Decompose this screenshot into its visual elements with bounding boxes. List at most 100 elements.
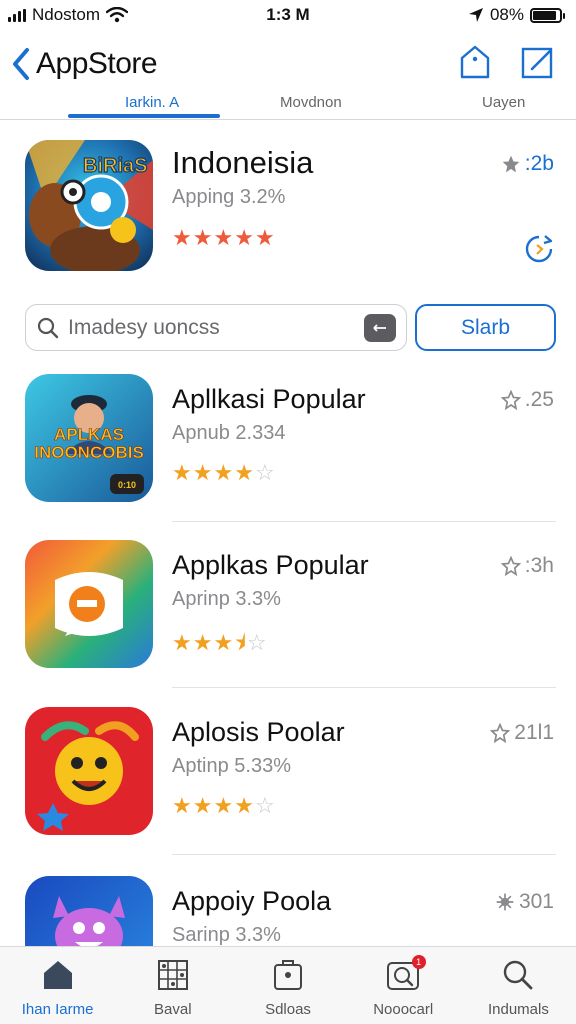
rating-star-icon: ⯨ bbox=[234, 631, 247, 656]
app-icon-2 bbox=[25, 540, 153, 668]
tabbar-label: Nooocarl bbox=[373, 1001, 434, 1018]
carrier-name: Ndostom bbox=[32, 5, 101, 24]
flower-icon bbox=[496, 893, 514, 911]
list-item[interactable]: Aplosis Poolar Aptinp 5.33% ★★★★☆ 21l1 bbox=[0, 689, 576, 855]
location-arrow-icon bbox=[468, 8, 483, 22]
row-divider bbox=[172, 687, 556, 688]
rating-star-icon: ★ bbox=[234, 460, 255, 485]
app-icon-1: 0:10 APLKAS INOONCOBIS bbox=[25, 374, 153, 502]
rating-star-icon: ★ bbox=[192, 225, 214, 250]
tab-indicator bbox=[68, 114, 220, 118]
tabbar-item-nooocarl[interactable]: 1 Nooocarl bbox=[346, 947, 461, 1024]
rating-star-icon: ★ bbox=[172, 460, 193, 485]
featured-rating-stars: ★★★★★ bbox=[172, 225, 276, 251]
battery-icon bbox=[530, 7, 565, 23]
status-bar: Ndostom 1:3 M 08% bbox=[0, 0, 576, 30]
list-item[interactable]: Applkas Popular Aprinp 3.3% ★★★⯨☆ :3h bbox=[0, 522, 576, 688]
bottom-tab-bar: Ihan Iarme Baval Sdloas 1 Nooocarl Indum… bbox=[0, 946, 576, 1024]
list-item[interactable]: Appoiy Poola Sarinp 3.3% 301 bbox=[0, 858, 576, 946]
rating-star-icon: ★ bbox=[254, 225, 276, 250]
featured-app[interactable]: BiRiaS Indoneisia Apping 3.2% ★★★★★ :2b bbox=[0, 130, 576, 285]
app-name: Appoiy Poola bbox=[172, 886, 332, 916]
app-rating-stars: ★★★⯨☆ bbox=[172, 626, 268, 664]
notification-badge: 1 bbox=[411, 955, 426, 969]
nav-title: AppStore bbox=[36, 47, 158, 80]
star-outline-icon bbox=[490, 723, 511, 743]
clear-search-button[interactable] bbox=[364, 313, 396, 342]
lock-icon bbox=[274, 960, 302, 990]
app-rating-stars: ★★★★☆ bbox=[172, 460, 276, 486]
app-name: Aplosis Poolar bbox=[172, 717, 345, 747]
svg-text:BiRiaS: BiRiaS bbox=[83, 155, 147, 177]
app-meta: :3h bbox=[500, 554, 554, 578]
rating-star-icon: ★ bbox=[234, 225, 255, 250]
app-meta: .25 bbox=[500, 388, 554, 412]
rating-star-icon: ★ bbox=[192, 793, 214, 818]
search-field-container bbox=[25, 304, 407, 351]
tabbar-label: Baval bbox=[154, 1001, 192, 1018]
rating-star-icon: ★ bbox=[213, 793, 235, 818]
grid-icon bbox=[157, 960, 188, 990]
refresh-icon[interactable] bbox=[523, 233, 555, 265]
back-arrow-icon bbox=[373, 323, 386, 332]
app-name: Applkas Popular bbox=[172, 550, 369, 580]
chevron-left-icon bbox=[13, 48, 29, 80]
star-outline-icon bbox=[500, 556, 521, 576]
rating-star-icon: ☆ bbox=[254, 460, 276, 485]
wifi-icon bbox=[106, 7, 129, 23]
signal-icon bbox=[8, 8, 26, 22]
tabbar-label: Indumals bbox=[487, 1001, 549, 1018]
rating-star-icon: ★ bbox=[213, 630, 235, 655]
app-icon-3 bbox=[25, 707, 153, 835]
home-icon bbox=[43, 961, 72, 989]
row-divider bbox=[172, 854, 556, 855]
app-subtitle: Sarinp 3.3% bbox=[172, 924, 281, 946]
rating-star-icon: ★ bbox=[234, 793, 255, 818]
rating-star-icon: ☆ bbox=[246, 630, 268, 655]
star-outline-icon bbox=[500, 390, 521, 410]
featured-app-icon: BiRiaS bbox=[25, 140, 153, 271]
search-icon bbox=[504, 960, 533, 990]
app-icon-4 bbox=[25, 876, 153, 946]
featured-app-meta: :2b bbox=[501, 152, 554, 176]
rating-star-icon: ☆ bbox=[254, 793, 276, 818]
star-outline-icon bbox=[502, 155, 520, 173]
rating-star-icon: ★ bbox=[192, 630, 214, 655]
app-subtitle: Aprinp 3.3% bbox=[172, 588, 281, 610]
rating-star-icon: ★ bbox=[172, 225, 193, 250]
featured-app-name: Indoneisia bbox=[172, 145, 314, 180]
app-rating-stars: ★★★★☆ bbox=[172, 793, 276, 819]
tabbar-item-sdloas[interactable]: Sdloas bbox=[230, 947, 345, 1024]
nav-header: AppStore bbox=[0, 38, 576, 94]
featured-app-subtitle: Apping 3.2% bbox=[172, 186, 286, 208]
rating-star-icon: ★ bbox=[172, 630, 193, 655]
tab-third[interactable]: Uayen bbox=[482, 94, 525, 111]
tab-second[interactable]: Movdnon bbox=[280, 94, 342, 111]
search-input[interactable] bbox=[68, 315, 364, 340]
search-icon bbox=[37, 317, 59, 338]
app-name: Apllkasi Popular bbox=[172, 384, 366, 414]
tabbar-item-home[interactable]: Ihan Iarme bbox=[0, 947, 115, 1024]
search-button[interactable]: Slarb bbox=[415, 304, 556, 351]
tabbar-item-indumals[interactable]: Indumals bbox=[461, 947, 576, 1024]
rating-star-icon: ★ bbox=[213, 460, 235, 485]
back-button[interactable]: AppStore bbox=[10, 44, 158, 84]
app-meta: 301 bbox=[495, 890, 554, 914]
app-meta: 21l1 bbox=[490, 721, 554, 745]
app-icon-1-text: APLKAS INOONCOBIS bbox=[34, 425, 144, 462]
tag-icon[interactable] bbox=[457, 44, 493, 80]
tabbar-item-baval[interactable]: Baval bbox=[115, 947, 230, 1024]
tabbar-label: Sdloas bbox=[265, 1001, 311, 1018]
rating-star-icon: ★ bbox=[192, 460, 214, 485]
rating-star-icon: ★ bbox=[213, 225, 235, 250]
list-item[interactable]: 0:10 APLKAS INOONCOBIS Apllkasi Popular … bbox=[0, 356, 576, 522]
rating-star-icon: ★ bbox=[172, 793, 193, 818]
svg-text:0:10: 0:10 bbox=[118, 480, 136, 490]
tabbar-label: Ihan Iarme bbox=[21, 1001, 94, 1018]
segment-tabs: Iarkin. A Movdnon Uayen bbox=[0, 92, 576, 120]
tab-first[interactable]: Iarkin. A bbox=[125, 94, 179, 111]
compose-icon[interactable] bbox=[520, 44, 556, 80]
app-subtitle: Apnub 2.334 bbox=[172, 422, 286, 444]
battery-percent: 08% bbox=[489, 5, 524, 24]
app-subtitle: Aptinp 5.33% bbox=[172, 755, 291, 777]
